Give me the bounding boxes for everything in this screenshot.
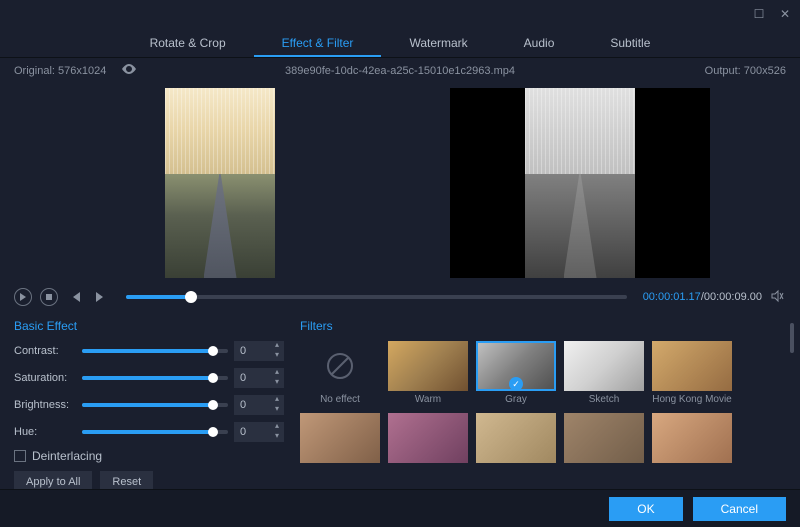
- scrollbar[interactable]: [790, 323, 794, 353]
- next-frame-icon[interactable]: [92, 288, 110, 306]
- footer: OK Cancel: [0, 489, 800, 527]
- filter-thumbnail[interactable]: [300, 341, 380, 391]
- chevron-down-icon[interactable]: ▾: [270, 405, 284, 415]
- play-icon[interactable]: [14, 288, 32, 306]
- filter-thumbnail[interactable]: [652, 413, 732, 463]
- playback-controls: 00:00:01.17/00:00:09.00: [0, 283, 800, 311]
- prev-frame-icon[interactable]: [66, 288, 84, 306]
- filter-thumbnail[interactable]: [564, 341, 644, 391]
- cancel-button[interactable]: Cancel: [693, 497, 786, 521]
- tab-audio[interactable]: Audio: [496, 28, 583, 57]
- filter-label: No effect: [300, 394, 380, 405]
- window-titlebar: ☐ ✕: [0, 0, 800, 28]
- total-time: 00:00:09.00: [704, 291, 762, 303]
- filter-label: Warm: [388, 394, 468, 405]
- effect-slider[interactable]: [82, 430, 228, 434]
- effect-slider[interactable]: [82, 349, 228, 353]
- maximize-icon[interactable]: ☐: [752, 7, 766, 21]
- current-time: 00:00:01.17: [643, 291, 701, 303]
- basic-effect-panel: Basic Effect Contrast: 0 ▴▾ Saturation: …: [14, 319, 284, 493]
- filter-thumbnail[interactable]: [388, 341, 468, 391]
- chevron-down-icon[interactable]: ▾: [270, 351, 284, 361]
- tab-subtitle[interactable]: Subtitle: [582, 28, 678, 57]
- timeline-slider[interactable]: [126, 295, 627, 299]
- effect-label: Contrast:: [14, 345, 76, 357]
- effect-value-input[interactable]: 0 ▴▾: [234, 422, 284, 442]
- deinterlacing-label: Deinterlacing: [32, 449, 102, 463]
- effect-slider[interactable]: [82, 376, 228, 380]
- filter-thumbnail[interactable]: [300, 413, 380, 463]
- filter-label: Hong Kong Movie: [652, 394, 732, 405]
- effect-value-input[interactable]: 0 ▴▾: [234, 368, 284, 388]
- chevron-down-icon[interactable]: ▾: [270, 378, 284, 388]
- info-row: Original: 576x1024 389e90fe-10dc-42ea-a2…: [0, 58, 800, 83]
- effect-label: Saturation:: [14, 372, 76, 384]
- basic-effect-title: Basic Effect: [14, 319, 284, 333]
- filter-thumbnail[interactable]: [476, 413, 556, 463]
- output-dimensions: Output: 700x526: [705, 65, 786, 77]
- close-icon[interactable]: ✕: [778, 7, 792, 21]
- effect-value-input[interactable]: 0 ▴▾: [234, 395, 284, 415]
- filename: 389e90fe-10dc-42ea-a25c-15010e1c2963.mp4: [285, 65, 515, 77]
- effect-value-input[interactable]: 0 ▴▾: [234, 341, 284, 361]
- ok-button[interactable]: OK: [609, 497, 682, 521]
- filters-title: Filters: [300, 319, 786, 333]
- original-dimensions: Original: 576x1024: [14, 65, 106, 77]
- tab-watermark[interactable]: Watermark: [381, 28, 495, 57]
- filters-panel: Filters No effect Warm ✓ Gray Sketch Hong Kon…: [300, 319, 786, 493]
- output-preview: [450, 88, 710, 278]
- original-preview: [165, 88, 275, 278]
- deinterlacing-checkbox[interactable]: [14, 450, 26, 462]
- filter-label: Gray: [476, 394, 556, 405]
- stop-icon[interactable]: [40, 288, 58, 306]
- volume-icon[interactable]: [770, 289, 786, 305]
- tab-effect-filter[interactable]: Effect & Filter: [254, 28, 382, 57]
- tab-rotate-crop[interactable]: Rotate & Crop: [122, 28, 254, 57]
- filter-thumbnail[interactable]: ✓: [476, 341, 556, 391]
- filter-thumbnail[interactable]: [652, 341, 732, 391]
- effect-slider[interactable]: [82, 403, 228, 407]
- effect-label: Brightness:: [14, 399, 76, 411]
- preview-area: [0, 83, 800, 283]
- chevron-down-icon[interactable]: ▾: [270, 432, 284, 442]
- tab-bar: Rotate & Crop Effect & Filter Watermark …: [0, 28, 800, 58]
- eye-icon[interactable]: [121, 65, 137, 77]
- filter-thumbnail[interactable]: [388, 413, 468, 463]
- filter-thumbnail[interactable]: [564, 413, 644, 463]
- filter-label: Sketch: [564, 394, 644, 405]
- effect-label: Hue:: [14, 426, 76, 438]
- check-icon: ✓: [509, 377, 523, 391]
